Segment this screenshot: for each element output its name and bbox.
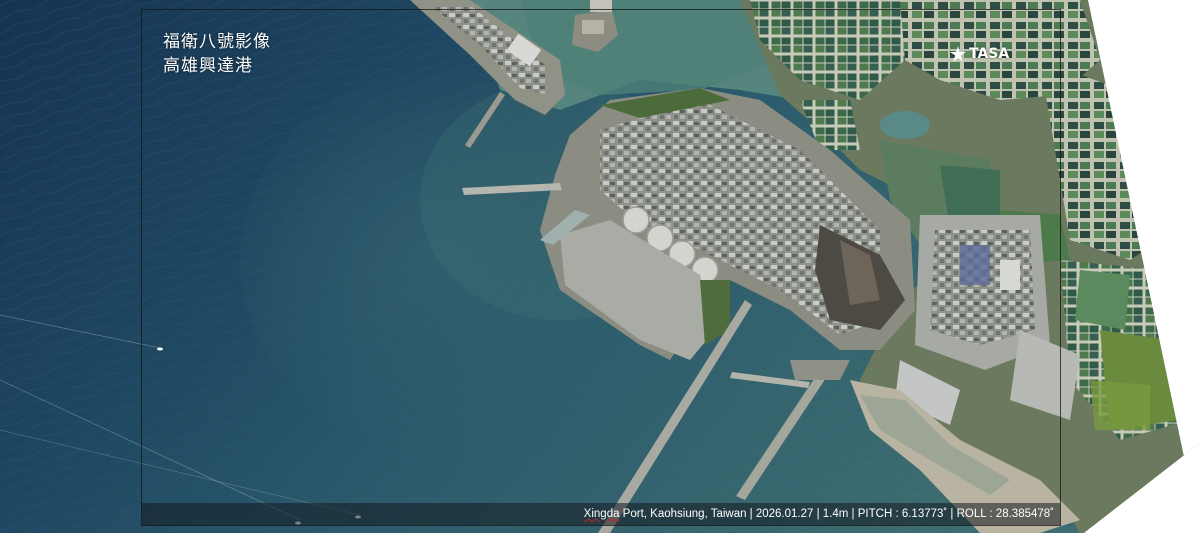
title-line-1: 福衛八號影像: [163, 32, 271, 52]
caption-bar: Xingda Port, Kaohsiung, Taiwan | 2026.01…: [142, 503, 1060, 525]
caption-place-word: Xingda: [583, 508, 620, 520]
caption-text: Xingda Port, Kaohsiung, Taiwan | 2026.01…: [584, 506, 1054, 522]
satellite-image-viewer: 福衛八號影像 高雄興達港 TASA Xingda Port, Kaohsiung…: [0, 0, 1200, 533]
logo-text: TASA: [969, 46, 1010, 62]
tasa-star-icon: [950, 46, 966, 62]
tasa-logo: TASA: [950, 46, 1009, 62]
caption-details: Port, Kaohsiung, Taiwan | 2026.01.27 | 1…: [619, 508, 1054, 520]
satellite-image: [0, 0, 1200, 533]
title-line-2: 高雄興達港: [163, 56, 253, 76]
image-title: 福衛八號影像 高雄興達港: [163, 30, 271, 78]
